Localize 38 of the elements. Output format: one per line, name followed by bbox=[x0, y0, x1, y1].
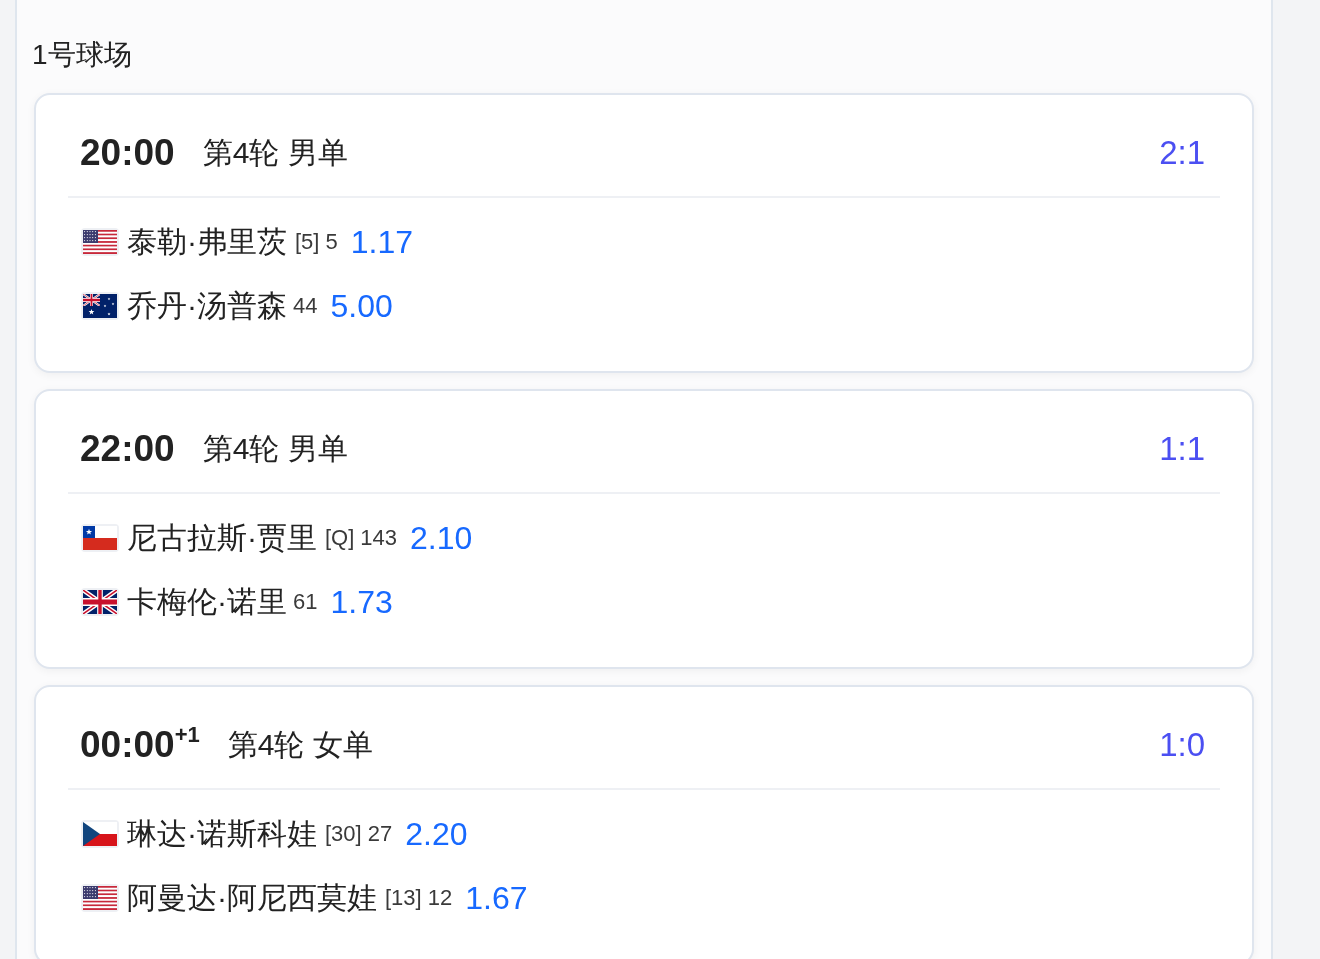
player-seed: [5] bbox=[295, 228, 320, 256]
player-seed: [Q] bbox=[325, 524, 355, 552]
chile-flag-icon bbox=[81, 524, 119, 552]
player-name: 阿曼达·阿尼西莫娃 bbox=[127, 880, 377, 916]
match-time: 22:00 bbox=[80, 430, 175, 468]
player-name: 乔丹·汤普森 bbox=[127, 288, 287, 324]
player-rank: 5 bbox=[325, 228, 338, 256]
player-rank: 44 bbox=[293, 292, 318, 320]
court-title: 1号球场 bbox=[32, 39, 132, 70]
player-name: 卡梅伦·诺里 bbox=[127, 584, 287, 620]
match-round: 第4轮 男单 bbox=[202, 135, 348, 171]
match-time: 20:00 bbox=[80, 134, 175, 172]
player-odds: 1.67 bbox=[465, 879, 528, 918]
us-flag-icon bbox=[81, 228, 119, 256]
player-odds: 2.10 bbox=[410, 519, 473, 558]
player-odds: 1.17 bbox=[350, 223, 413, 262]
match-score: 1:0 bbox=[1159, 726, 1205, 764]
player-name: 尼古拉斯·贾里 bbox=[127, 520, 317, 556]
match-round: 第4轮 女单 bbox=[227, 727, 373, 763]
player-name: 泰勒·弗里茨 bbox=[127, 224, 287, 260]
player-name: 琳达·诺斯科娃 bbox=[127, 816, 317, 852]
uk-flag-icon bbox=[81, 588, 119, 616]
player-seed: [30] bbox=[325, 820, 362, 848]
match-score: 1:1 bbox=[1159, 430, 1205, 468]
us-flag-icon bbox=[81, 884, 119, 912]
match-time: 00:00$^{+1}$ bbox=[80, 726, 200, 764]
player-rank: 27 bbox=[367, 820, 393, 848]
australia-flag-icon bbox=[81, 292, 119, 320]
match-round: 第4轮 男单 bbox=[202, 431, 348, 467]
player-odds: 5.00 bbox=[330, 287, 393, 326]
player-seed: [13] bbox=[385, 884, 422, 912]
player-odds: 2.20 bbox=[405, 815, 468, 854]
player-rank: 12 bbox=[427, 884, 453, 912]
czech-flag-icon bbox=[81, 820, 119, 848]
match-score: 2:1 bbox=[1159, 134, 1205, 172]
player-rank: 61 bbox=[293, 588, 318, 616]
player-odds: 1.73 bbox=[330, 583, 393, 622]
player-rank: 143 bbox=[360, 524, 398, 552]
